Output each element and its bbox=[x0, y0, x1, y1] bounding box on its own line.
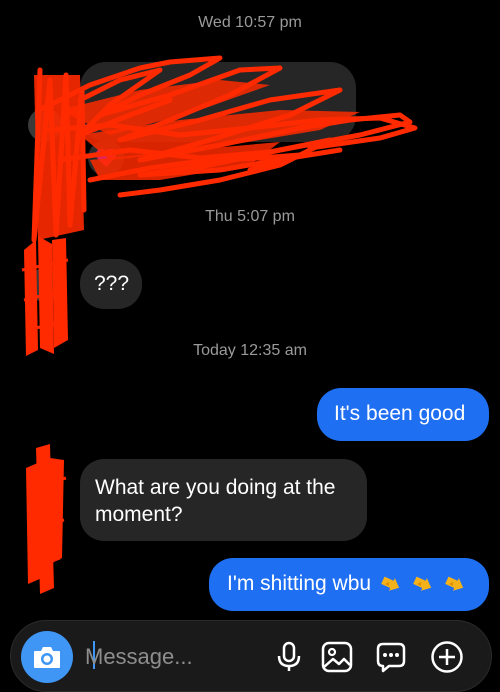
sticker-chat-icon bbox=[376, 642, 406, 673]
avatar[interactable] bbox=[28, 108, 62, 142]
gallery-button[interactable] bbox=[317, 637, 357, 677]
message-composer bbox=[10, 620, 492, 692]
message-bubble-sent[interactable]: I'm shitting wbu bbox=[209, 558, 489, 611]
timestamp: Wed 10:57 pm bbox=[198, 14, 302, 31]
heart-icon bbox=[95, 148, 117, 167]
sticker-chat-button[interactable] bbox=[371, 637, 411, 677]
camera-icon bbox=[34, 647, 60, 668]
microphone-button[interactable] bbox=[269, 637, 309, 677]
microphone-icon bbox=[277, 641, 301, 671]
camera-button[interactable] bbox=[21, 631, 73, 683]
reaction-badge bbox=[88, 140, 124, 176]
pointing-hand-emoji bbox=[381, 577, 400, 592]
plus-button[interactable] bbox=[427, 637, 467, 677]
message-text: ??? bbox=[94, 272, 130, 295]
timestamp: Today 12:35 am bbox=[193, 342, 307, 359]
message-text: It's been good bbox=[334, 402, 466, 425]
pointing-hand-emoji bbox=[444, 577, 463, 592]
gallery-icon bbox=[321, 641, 353, 673]
message-bubble-received[interactable]: What are you doing at the moment? bbox=[80, 459, 367, 541]
avatar[interactable] bbox=[28, 268, 62, 302]
pointing-hand-emoji bbox=[412, 577, 431, 592]
plus-icon bbox=[431, 641, 463, 673]
message-bubble-redacted[interactable] bbox=[80, 62, 356, 142]
message-bubble-sent[interactable]: It's been good bbox=[317, 388, 489, 441]
message-bubble-received[interactable]: ??? bbox=[80, 259, 142, 309]
timestamp: Thu 5:07 pm bbox=[205, 208, 295, 225]
avatar[interactable] bbox=[28, 502, 62, 536]
message-text: I'm shitting wbu bbox=[227, 572, 372, 595]
message-input[interactable] bbox=[83, 639, 267, 675]
message-text: What are you doing at the moment? bbox=[95, 476, 336, 526]
